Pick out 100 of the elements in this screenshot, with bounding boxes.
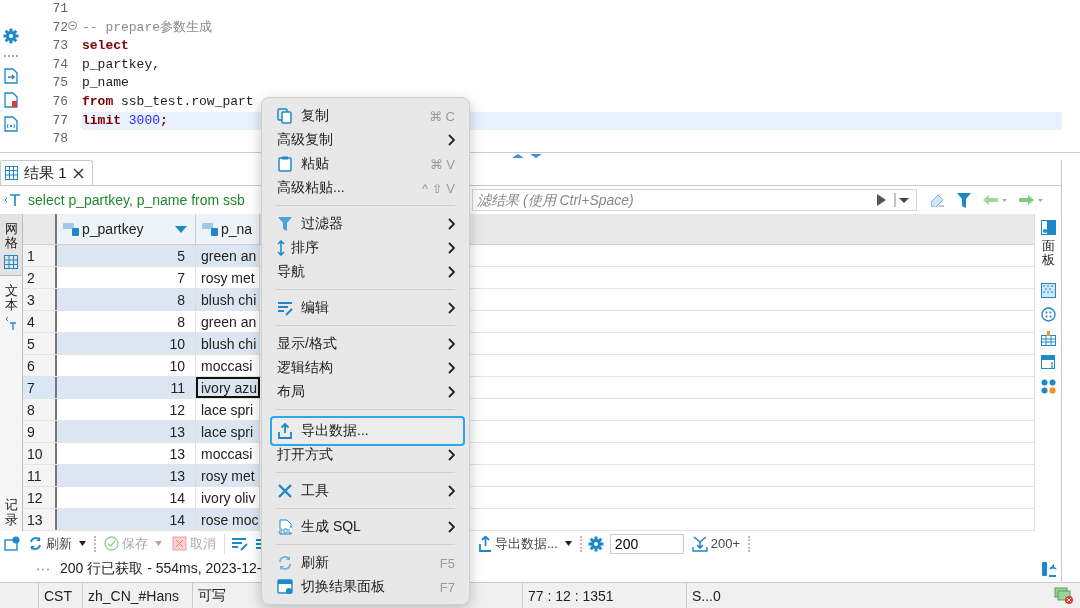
record-tab[interactable]: 记录 xyxy=(0,496,22,531)
table-cell: 7 xyxy=(57,267,196,288)
filter-field[interactable]: 滤结果 (使用 Ctrl+Space) xyxy=(472,189,917,211)
row-number[interactable]: 4 xyxy=(23,311,57,332)
table-cell: 8 xyxy=(57,311,196,332)
menu-item[interactable]: 高级复制 xyxy=(262,128,469,152)
menu-item[interactable]: 编辑 xyxy=(262,296,469,320)
view-tab[interactable]: 网格 xyxy=(0,214,22,276)
layout-icon[interactable] xyxy=(1040,354,1056,370)
number-type-icon xyxy=(63,222,79,236)
results-tab[interactable]: 结果 1 xyxy=(0,160,93,185)
table-cell: 13 xyxy=(57,421,196,442)
dropdown-icon[interactable] xyxy=(894,193,910,207)
column-header[interactable]: p_na xyxy=(196,214,260,244)
export-icon xyxy=(277,423,293,439)
grid-icon xyxy=(5,166,18,180)
line-number: 71 xyxy=(51,0,68,18)
table-cell: moccasi xyxy=(196,443,260,464)
panels-tab[interactable]: 面板 xyxy=(1040,220,1056,268)
circle-dots-icon[interactable] xyxy=(1040,306,1056,322)
menu-item[interactable]: 导出数据... xyxy=(270,416,465,446)
panel-toggle-icon[interactable] xyxy=(1041,561,1057,577)
edit-icon[interactable] xyxy=(231,536,249,551)
fetch-more-button[interactable]: 200+ xyxy=(689,535,743,552)
table-icon[interactable] xyxy=(1040,330,1056,346)
view-tab[interactable]: 文本 xyxy=(0,275,22,337)
toolbar-button[interactable]: 刷新 xyxy=(26,534,88,553)
menu-item[interactable]: 逻辑结构 xyxy=(262,356,469,380)
notification-error-icon[interactable] xyxy=(1054,586,1074,605)
row-number[interactable]: 13 xyxy=(23,509,57,530)
table-cell: lace spri xyxy=(196,399,260,420)
file-error-icon[interactable] xyxy=(4,92,18,108)
row-number[interactable]: 6 xyxy=(23,355,57,376)
tools-icon xyxy=(277,483,293,499)
text-type-icon xyxy=(202,222,218,236)
menu-item[interactable]: 导航 xyxy=(262,260,469,284)
menu-item[interactable]: 切换结果面板 F7 xyxy=(262,575,469,599)
filter-icon[interactable] xyxy=(957,192,971,208)
nodes-icon[interactable] xyxy=(1040,378,1056,394)
menu-item[interactable]: 刷新 F5 xyxy=(262,551,469,575)
row-number[interactable]: 5 xyxy=(23,333,57,354)
edit-icon xyxy=(277,300,293,316)
sort-arrow-icon[interactable] xyxy=(175,225,187,233)
close-icon[interactable] xyxy=(72,167,84,179)
new-window-icon[interactable] xyxy=(4,536,20,551)
row-number[interactable]: 7 xyxy=(23,377,57,398)
more-icon[interactable] xyxy=(3,54,19,58)
menu-item[interactable]: 工具 xyxy=(262,479,469,503)
line-number: 75 xyxy=(51,74,68,93)
table-cell: 13 xyxy=(57,465,196,486)
line-number: 74 xyxy=(51,55,68,74)
fold-icon[interactable] xyxy=(68,20,77,30)
menu-item[interactable]: 显示/格式 xyxy=(262,332,469,356)
column-header[interactable]: p_partkey xyxy=(57,214,196,244)
checker-icon[interactable] xyxy=(1040,282,1056,298)
filter-input[interactable]: 滤结果 (使用 Ctrl+Space) xyxy=(472,190,869,210)
table-cell: blush chi xyxy=(196,333,260,354)
table-cell: 5 xyxy=(57,245,196,266)
menu-item[interactable]: 过滤器 xyxy=(262,212,469,236)
code-line: -- prepare参数生成 xyxy=(82,18,213,37)
panel-icon xyxy=(277,579,293,595)
menu-item[interactable]: 排序 xyxy=(262,236,469,260)
table-cell: 8 xyxy=(57,289,196,310)
row-number[interactable]: 11 xyxy=(23,465,57,486)
table-cell: ivory azu xyxy=(196,377,260,398)
menu-item[interactable]: 粘贴 ⌘ V xyxy=(262,152,469,176)
row-number[interactable]: 3 xyxy=(23,289,57,310)
more-icon[interactable] xyxy=(36,567,50,571)
code-line: p_name xyxy=(82,74,130,93)
export-data-button[interactable]: 导出数据... xyxy=(477,534,574,553)
settings-icon[interactable] xyxy=(3,28,19,44)
grid-icon xyxy=(4,254,18,269)
row-number[interactable]: 10 xyxy=(23,443,57,464)
play-icon[interactable] xyxy=(877,194,886,206)
menu-item[interactable]: 打开方式 xyxy=(262,443,469,467)
fetch-icon xyxy=(691,535,708,552)
table-cell: 11 xyxy=(57,377,196,398)
collapse-arrows-icon[interactable] xyxy=(510,153,544,159)
export-icon xyxy=(479,535,492,552)
variable-file-icon[interactable] xyxy=(4,116,18,132)
table-cell: green an xyxy=(196,245,260,266)
fetch-size-input[interactable]: 200 xyxy=(609,533,684,554)
line-number: 77 xyxy=(51,111,68,130)
code-line: from ssb_test.row_part xyxy=(82,92,255,111)
status-field: S...0 xyxy=(686,583,746,608)
row-number[interactable]: 12 xyxy=(23,487,57,508)
menu-item[interactable]: 生成 SQL xyxy=(262,515,469,539)
row-number[interactable]: 2 xyxy=(23,267,57,288)
settings-icon[interactable] xyxy=(587,535,604,552)
table-cell: blush chi xyxy=(196,289,260,310)
row-number[interactable]: 9 xyxy=(23,421,57,442)
table-cell: lace spri xyxy=(196,421,260,442)
file-export-icon[interactable] xyxy=(4,68,18,84)
row-number[interactable]: 1 xyxy=(23,245,57,266)
menu-item[interactable]: 布局 xyxy=(262,380,469,404)
eraser-icon[interactable] xyxy=(929,193,945,207)
copy-icon xyxy=(277,108,293,124)
row-number[interactable]: 8 xyxy=(23,399,57,420)
fetch-status-text: 200 行已获取 - 554ms, 2023-12- xyxy=(60,560,262,578)
menu-item[interactable]: 高级粘贴... ^ ⇧ V xyxy=(262,176,469,200)
